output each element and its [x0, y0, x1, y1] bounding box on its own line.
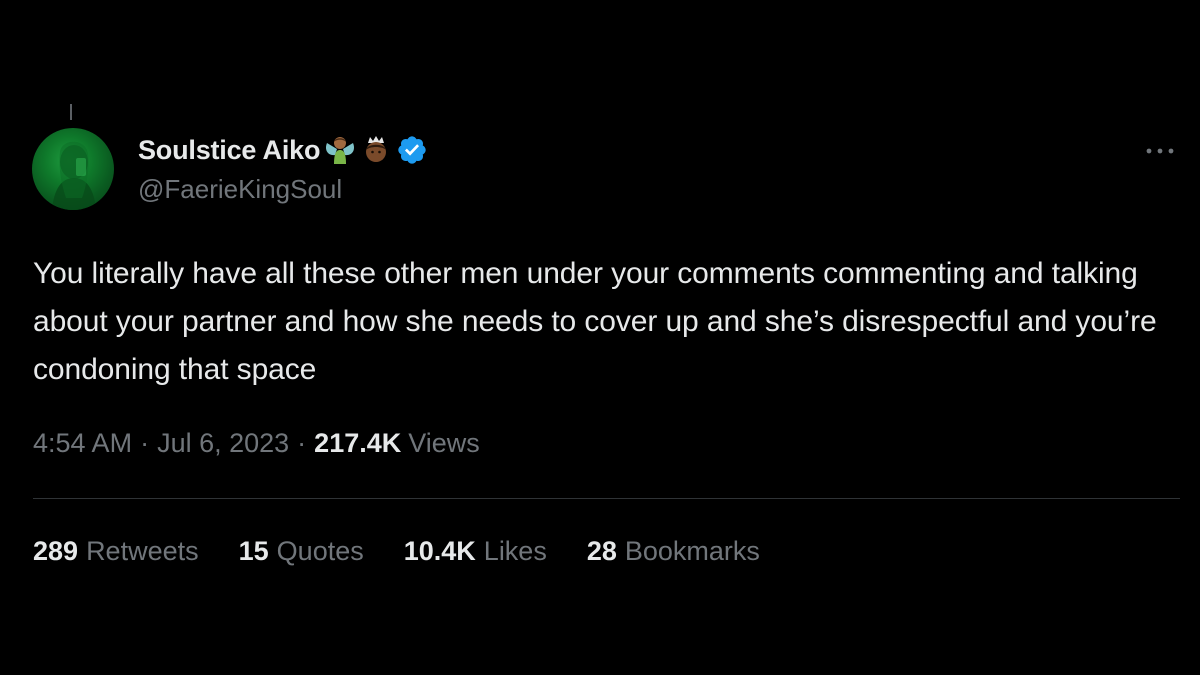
bookmarks-label: Bookmarks [624, 536, 760, 566]
tweet-time[interactable]: 4:54 AM [33, 428, 132, 459]
more-options-button[interactable] [1140, 136, 1180, 166]
name-row: Soulstice Aiko [138, 132, 428, 168]
bookmarks-count: 28 [586, 536, 617, 566]
avatar[interactable] [32, 128, 114, 210]
meta-separator: · [297, 428, 307, 458]
engagement-stats: 289 Retweets 15 Quotes 10.4K Likes 28 Bo… [33, 536, 800, 567]
tweet-date[interactable]: Jul 6, 2023 [157, 428, 289, 459]
tweet-text: You literally have all these other men u… [33, 257, 1157, 386]
views-count: 217.4K [314, 428, 402, 458]
views-label: Views [408, 428, 480, 458]
tweet-header: Soulstice Aiko @FaerieKingSoul [32, 128, 1180, 212]
tweet-meta: 4:54 AM · Jul 6, 2023 · 217.4K Views [33, 428, 480, 459]
display-name[interactable]: Soulstice Aiko [138, 135, 320, 166]
fairy-emoji-icon [324, 134, 356, 166]
retweets-stat[interactable]: 289 Retweets [33, 536, 199, 567]
user-handle[interactable]: @FaerieKingSoul [138, 174, 342, 205]
meta-separator: · [140, 428, 150, 458]
avatar-image [52, 141, 96, 210]
verified-badge-icon[interactable] [396, 134, 428, 166]
retweets-count: 289 [33, 536, 79, 566]
quotes-count: 15 [238, 536, 269, 566]
crowned-person-emoji-icon [360, 134, 392, 166]
bookmarks-stat[interactable]: 28 Bookmarks [587, 536, 760, 567]
likes-label: Likes [483, 536, 547, 566]
more-icon [1146, 148, 1174, 154]
retweets-label: Retweets [86, 536, 199, 566]
quotes-label: Quotes [276, 536, 364, 566]
quotes-stat[interactable]: 15 Quotes [239, 536, 364, 567]
likes-stat[interactable]: 10.4K Likes [404, 536, 547, 567]
thread-connector-line [70, 104, 72, 120]
likes-count: 10.4K [403, 536, 476, 566]
divider [33, 498, 1180, 499]
